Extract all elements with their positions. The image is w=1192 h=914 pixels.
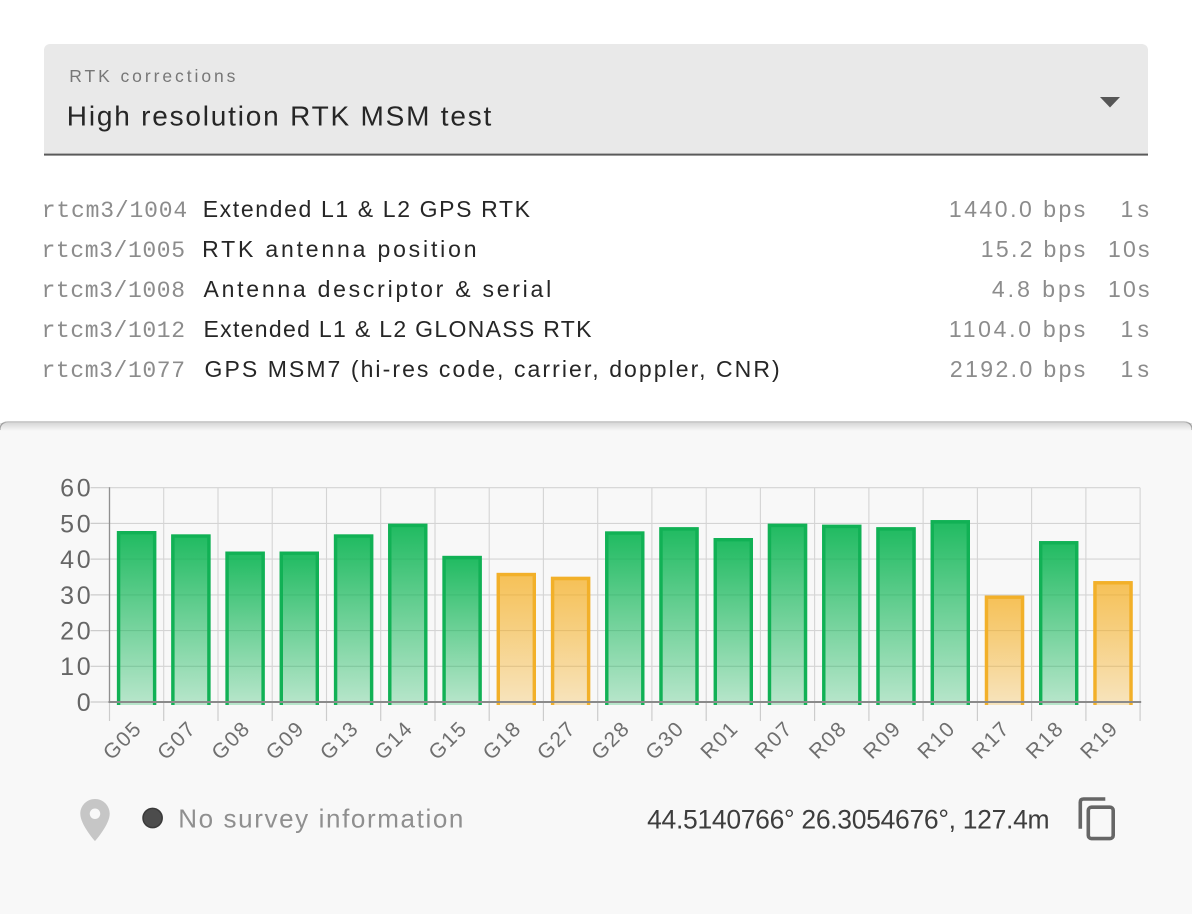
svg-text:1s: 1s [1121, 196, 1150, 222]
svg-text:rtcm3/1012: rtcm3/1012 [42, 318, 186, 344]
svg-text:15.2 bps: 15.2 bps [981, 236, 1086, 262]
svg-text:1s: 1s [1121, 316, 1150, 342]
svg-text:10s: 10s [1108, 276, 1150, 302]
svg-text:44.5140766° 26.3054676°, 127.4: 44.5140766° 26.3054676°, 127.4m [647, 805, 1050, 835]
svg-text:rtcm3/1077: rtcm3/1077 [42, 358, 186, 384]
svg-text:RTK antenna position: RTK antenna position [202, 236, 476, 262]
svg-text:10s: 10s [1108, 236, 1150, 262]
svg-text:rtcm3/1005: rtcm3/1005 [42, 238, 186, 264]
svg-text:1440.0 bps: 1440.0 bps [949, 196, 1085, 222]
svg-text:rtcm3/1004: rtcm3/1004 [42, 198, 188, 224]
svg-text:2192.0 bps: 2192.0 bps [950, 356, 1085, 382]
svg-text:1s: 1s [1121, 356, 1150, 382]
svg-text:1104.0 bps: 1104.0 bps [949, 316, 1085, 342]
svg-text:4.8 bps: 4.8 bps [992, 276, 1085, 302]
svg-text:GPS MSM7 (hi-res code, carrier: GPS MSM7 (hi-res code, carrier, doppler,… [205, 356, 780, 382]
svg-text:rtcm3/1008: rtcm3/1008 [42, 278, 186, 304]
svg-text:No survey information: No survey information [178, 803, 463, 833]
svg-text:Extended L1 & L2 GPS RTK: Extended L1 & L2 GPS RTK [203, 196, 531, 222]
svg-text:0: 0 [77, 689, 91, 717]
svg-text:Antenna descriptor & serial: Antenna descriptor & serial [204, 276, 552, 302]
svg-text:Extended L1 & L2 GLONASS RTK: Extended L1 & L2 GLONASS RTK [204, 316, 593, 342]
